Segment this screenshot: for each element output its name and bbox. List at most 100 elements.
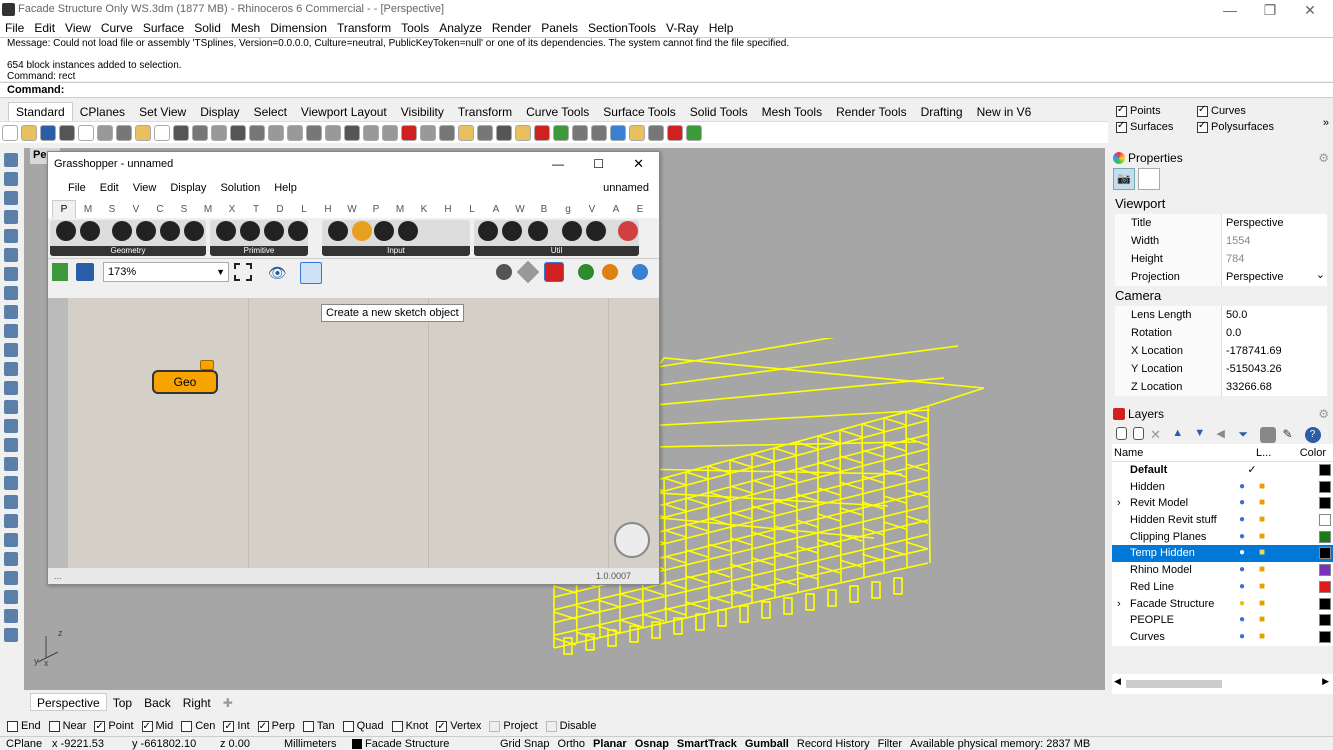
layer-color-swatch[interactable] — [1319, 514, 1331, 527]
checkbox[interactable] — [1116, 120, 1127, 133]
gh-minimize-button[interactable]: — — [552, 152, 564, 176]
project-icon[interactable] — [4, 552, 18, 566]
delete-icon[interactable]: ✕ — [1150, 427, 1166, 443]
lightbulb-icon[interactable]: ● — [1232, 579, 1252, 596]
gh-tab-22[interactable]: V — [580, 201, 604, 219]
open-file-icon[interactable] — [52, 263, 68, 281]
undo-view-icon[interactable] — [306, 125, 322, 141]
gh-tab-0[interactable]: P — [52, 200, 76, 219]
osnap-mid[interactable]: Mid — [141, 718, 173, 735]
chevron-down-icon[interactable]: ⌄ — [1316, 266, 1325, 284]
gh-menu-file[interactable]: File — [68, 182, 86, 194]
document-preview-icon[interactable] — [578, 264, 594, 280]
checkbox[interactable] — [94, 719, 106, 735]
lightbulb-icon[interactable]: ● — [1232, 545, 1252, 562]
extrude-icon[interactable] — [4, 286, 18, 300]
select-icon[interactable] — [363, 125, 379, 141]
save-file-icon[interactable] — [76, 263, 94, 281]
checkbox[interactable] — [302, 720, 314, 732]
filter-icon[interactable]: ⏷ — [1238, 427, 1254, 443]
menu-item-tools[interactable]: Tools — [396, 20, 434, 37]
gh-component-icon[interactable] — [240, 221, 260, 241]
unlocked-icon[interactable]: ■ — [1252, 579, 1272, 596]
toolbar-tab-visibility[interactable]: Visibility — [394, 103, 451, 122]
checkbox[interactable] — [141, 719, 153, 735]
lock-icon[interactable] — [458, 125, 474, 141]
lightbulb-icon[interactable]: ● — [1232, 612, 1252, 629]
loft-icon[interactable] — [4, 571, 18, 585]
gh-menu-help[interactable]: Help — [274, 182, 297, 194]
copy-icon[interactable] — [116, 125, 132, 141]
gh-tab-24[interactable]: E — [628, 201, 652, 219]
status-toggle-ortho[interactable]: Ortho — [558, 737, 586, 750]
checkbox[interactable] — [436, 719, 448, 735]
toolbar-tab-cplanes[interactable]: CPlanes — [73, 103, 132, 122]
gh-tab-16[interactable]: H — [436, 201, 460, 219]
gh-tab-14[interactable]: M — [388, 201, 412, 219]
layer-row[interactable]: Revit Model › ● ■ — [1112, 495, 1333, 513]
patch-icon[interactable] — [4, 628, 18, 642]
filter-polysurfaces[interactable]: Polysurfaces — [1197, 120, 1274, 133]
gh-tab-1[interactable]: M — [76, 201, 100, 219]
toolbar-tab-curve-tools[interactable]: Curve Tools — [519, 103, 596, 122]
checkbox[interactable] — [391, 720, 403, 732]
scroll-left-icon[interactable]: ◀ — [1114, 676, 1121, 687]
camera-icon[interactable]: 📷 — [1113, 168, 1135, 190]
gh-tab-6[interactable]: M — [196, 201, 220, 219]
osnap-knot[interactable]: Knot — [391, 718, 428, 734]
gh-tab-12[interactable]: W — [340, 201, 364, 219]
paste-icon[interactable] — [135, 125, 151, 141]
points-icon[interactable] — [401, 125, 417, 141]
curve-icon[interactable] — [4, 210, 18, 224]
zoom-selected-icon[interactable] — [287, 125, 303, 141]
view-tab-perspective[interactable]: Perspective — [30, 693, 107, 711]
layer-row[interactable]: Facade Structure › ● ■ — [1112, 595, 1333, 613]
gh-tab-21[interactable]: g — [556, 201, 580, 219]
gh-component-icon[interactable] — [478, 221, 498, 241]
command-prompt[interactable]: Command: — [0, 82, 1333, 98]
view-tab-top[interactable]: Top — [107, 694, 138, 712]
checkbox[interactable] — [1197, 120, 1208, 133]
status-toggle-smarttrack[interactable]: SmartTrack — [677, 737, 737, 750]
status-toggle-record-history[interactable]: Record History — [797, 737, 870, 750]
layer-row[interactable]: Temp Hidden ● ■ — [1112, 545, 1333, 563]
point-icon[interactable] — [4, 153, 18, 167]
checkbox[interactable] — [1116, 104, 1127, 117]
wand-icon[interactable] — [610, 125, 626, 141]
osnap-icon[interactable] — [382, 125, 398, 141]
scrollbar-thumb[interactable] — [1126, 679, 1222, 688]
gh-component-icon[interactable] — [374, 221, 394, 241]
gh-component-icon[interactable] — [216, 221, 236, 241]
gh-component-icon[interactable] — [618, 221, 638, 241]
text-icon[interactable] — [4, 381, 18, 395]
properties-icon[interactable] — [477, 125, 493, 141]
hatch-icon[interactable] — [4, 400, 18, 414]
sweep-icon[interactable] — [4, 590, 18, 604]
osnap-project[interactable]: Project — [489, 718, 538, 734]
toolbar-tab-select[interactable]: Select — [247, 103, 294, 122]
gh-component-icon[interactable] — [586, 221, 606, 241]
menu-item-mesh[interactable]: Mesh — [226, 20, 265, 37]
status-toggle-grid-snap[interactable]: Grid Snap — [500, 737, 550, 750]
lightbulb-icon[interactable]: ● — [1232, 562, 1252, 579]
layer-color-swatch[interactable] — [1319, 630, 1331, 643]
material-icon[interactable] — [602, 264, 618, 280]
unlocked-icon[interactable]: ■ — [1252, 529, 1272, 546]
menu-item-surface[interactable]: Surface — [138, 20, 189, 37]
shaded-icon[interactable] — [534, 125, 550, 141]
zoom-extents-icon[interactable] — [234, 263, 252, 281]
gh-component-icon[interactable] — [328, 221, 348, 241]
scroll-right-icon[interactable]: ▶ — [1322, 676, 1329, 687]
more-icon[interactable]: » — [1323, 117, 1329, 129]
gh-tab-20[interactable]: B — [532, 201, 556, 219]
sketch-tool-button[interactable] — [300, 262, 322, 284]
gh-tab-23[interactable]: A — [604, 201, 628, 219]
menu-item-edit[interactable]: Edit — [29, 20, 60, 37]
checkbox[interactable] — [181, 720, 193, 732]
menu-item-dimension[interactable]: Dimension — [265, 20, 332, 37]
toolbar-tab-render-tools[interactable]: Render Tools — [829, 103, 914, 122]
gh-tab-4[interactable]: C — [148, 201, 172, 219]
array-icon[interactable] — [4, 343, 18, 357]
gear-icon[interactable]: ⚙ — [1318, 148, 1329, 168]
viewport-layout-icon[interactable] — [325, 125, 341, 141]
